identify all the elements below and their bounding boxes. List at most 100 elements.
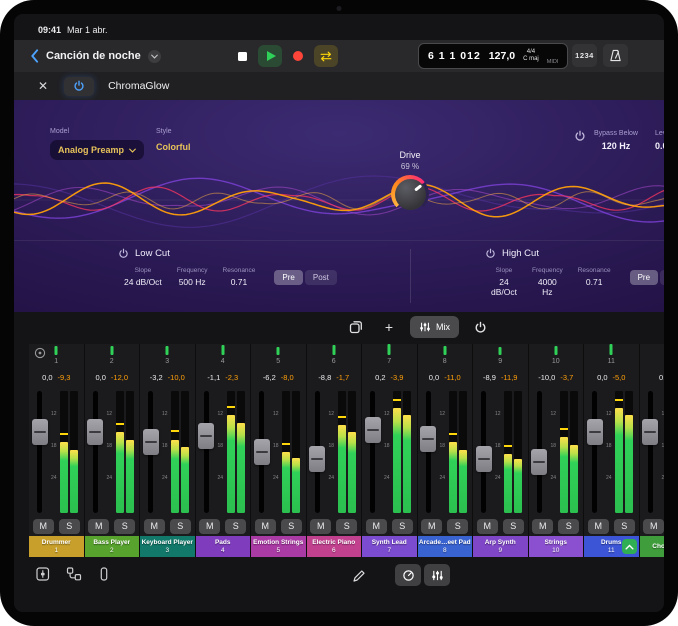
track-label[interactable]: Arp Synth9	[473, 536, 528, 557]
bypass-below-value[interactable]: 120 Hz	[602, 141, 631, 151]
fader-track	[370, 391, 375, 513]
fader-handle[interactable]	[254, 439, 270, 465]
solo-button[interactable]: S	[114, 519, 135, 534]
edit-button[interactable]	[352, 569, 366, 583]
solo-button[interactable]: S	[614, 519, 635, 534]
track-label[interactable]: Drums11	[584, 536, 639, 557]
back-button[interactable]	[30, 49, 39, 63]
slope-value[interactable]: 24 dB/Oct	[491, 277, 517, 297]
slope-value[interactable]: 24 dB/Oct	[124, 277, 162, 287]
cycle-button[interactable]	[314, 45, 338, 67]
fader-handle[interactable]	[476, 446, 492, 472]
track-label[interactable]: Emotion Strings5	[251, 536, 306, 557]
mute-button[interactable]: M	[532, 519, 553, 534]
fader-handle[interactable]	[198, 423, 214, 449]
frequency-value[interactable]: 500 Hz	[177, 277, 208, 287]
track-number: 11	[608, 547, 615, 554]
post-button[interactable]: Post	[305, 270, 337, 285]
fader-value: 0,0	[429, 373, 439, 382]
resonance-value[interactable]: 0.71	[223, 277, 256, 287]
mute-button[interactable]: M	[477, 519, 498, 534]
stop-button[interactable]	[230, 45, 254, 67]
close-plugin-button[interactable]: ✕	[38, 79, 48, 93]
track-label[interactable]: Arcade…eet Pad8	[418, 536, 473, 557]
fader-handle[interactable]	[32, 419, 48, 445]
track-name: Keyboard Player	[142, 539, 193, 546]
track-label[interactable]: Pads4	[196, 536, 251, 557]
playhead-position: 6 1 1 012	[428, 50, 481, 62]
track-name: Pads	[215, 539, 231, 546]
narrow-strips-button[interactable]	[96, 567, 112, 581]
record-button[interactable]	[286, 45, 310, 67]
resonance-value[interactable]: 0.71	[578, 277, 611, 287]
mute-button[interactable]: M	[310, 519, 331, 534]
fader-handle[interactable]	[365, 417, 381, 443]
mixer-view-button[interactable]	[424, 564, 450, 586]
lcd-display[interactable]: 6 1 1 012 127,0 4/4 C maj MIDI	[418, 43, 568, 69]
play-button[interactable]	[258, 45, 282, 67]
pre-button[interactable]: Pre	[630, 270, 658, 285]
meter-options-button[interactable]	[34, 347, 46, 359]
strip-components-button[interactable]	[36, 567, 52, 581]
track-label[interactable]: Bass Player2	[85, 536, 140, 557]
low-cut-power-icon[interactable]	[118, 248, 129, 259]
mute-button[interactable]: M	[255, 519, 276, 534]
count-in-button[interactable]: 1234	[572, 44, 597, 67]
drive-knob[interactable]	[391, 175, 429, 213]
track-label[interactable]: Strings10	[529, 536, 584, 557]
level-value[interactable]: 0.0	[655, 141, 664, 151]
pre-button[interactable]: Pre	[274, 270, 302, 285]
mute-button[interactable]: M	[144, 519, 165, 534]
waveform-display	[14, 156, 664, 244]
mute-button[interactable]: M	[33, 519, 54, 534]
routing-button[interactable]	[66, 567, 82, 581]
mute-button[interactable]: M	[643, 519, 664, 534]
track-label[interactable]: Drummer1	[29, 536, 84, 557]
track-label[interactable]: Chorus V	[640, 536, 665, 557]
mix-button[interactable]: Mix	[410, 316, 459, 338]
fader-handle[interactable]	[531, 449, 547, 475]
frequency-value[interactable]: 4000 Hz	[532, 277, 563, 297]
bypass-power-icon[interactable]	[574, 130, 586, 142]
fader-handle[interactable]	[87, 419, 103, 445]
solo-button[interactable]: S	[59, 519, 80, 534]
metronome-button[interactable]	[603, 44, 628, 67]
plugin-power-button[interactable]	[64, 77, 94, 96]
mute-button[interactable]: M	[366, 519, 387, 534]
song-title[interactable]: Canción de noche	[46, 50, 141, 62]
controls-view-button[interactable]	[395, 564, 421, 586]
mute-button[interactable]: M	[88, 519, 109, 534]
channel-number: 6	[307, 358, 362, 365]
add-track-button[interactable]: +	[377, 316, 401, 338]
mixer-power-button[interactable]	[468, 316, 492, 338]
track-label[interactable]: Electric Piano6	[307, 536, 362, 557]
fader-track	[648, 391, 653, 513]
song-menu-button[interactable]	[148, 50, 161, 63]
solo-button[interactable]: S	[281, 519, 302, 534]
fader-handle[interactable]	[642, 419, 658, 445]
track-label[interactable]: Keyboard Player3	[140, 536, 195, 557]
style-selector[interactable]: Colorful	[156, 142, 191, 152]
solo-button[interactable]: S	[503, 519, 524, 534]
solo-button[interactable]: S	[170, 519, 191, 534]
fader-handle[interactable]	[143, 429, 159, 455]
fader-handle[interactable]	[587, 419, 603, 445]
mute-button[interactable]: M	[421, 519, 442, 534]
layers-button[interactable]	[344, 316, 368, 338]
fader-handle[interactable]	[309, 446, 325, 472]
solo-button[interactable]: S	[336, 519, 357, 534]
solo-button[interactable]: S	[447, 519, 468, 534]
track-name: Bass Player	[93, 539, 130, 546]
post-button[interactable]: Post	[660, 270, 664, 285]
high-cut-power-icon[interactable]	[485, 248, 496, 259]
mute-button[interactable]: M	[588, 519, 609, 534]
track-label[interactable]: Synth Lead7	[362, 536, 417, 557]
track-number: 6	[332, 547, 336, 554]
fader-handle[interactable]	[420, 426, 436, 452]
chevron-up-icon[interactable]	[622, 539, 637, 554]
channel-number: 8	[418, 358, 473, 365]
solo-button[interactable]: S	[225, 519, 246, 534]
solo-button[interactable]: S	[558, 519, 579, 534]
solo-button[interactable]: S	[392, 519, 413, 534]
mute-button[interactable]: M	[199, 519, 220, 534]
